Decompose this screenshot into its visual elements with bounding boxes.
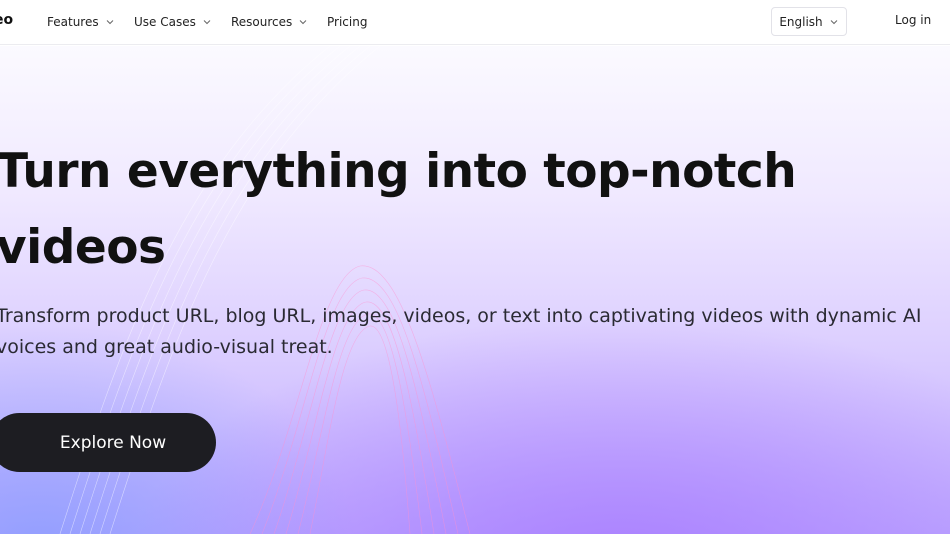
- hero-subtext-line1: Transform product URL, blog URL, images,…: [0, 305, 922, 327]
- explore-now-button[interactable]: Explore Now: [0, 413, 216, 472]
- language-label: English: [779, 14, 823, 29]
- chevron-down-icon: [299, 20, 307, 25]
- hero-subtext-line2: voices and great audio-visual treat.: [0, 336, 333, 358]
- hero-headline: Turn everything into top-notch videos: [0, 134, 896, 286]
- nav-use-cases[interactable]: Use Cases: [134, 13, 212, 31]
- hero-section: Turn everything into top-notch videos Tr…: [0, 46, 950, 534]
- login-link[interactable]: Log in: [895, 13, 931, 27]
- nav-use-cases-label: Use Cases: [134, 15, 196, 29]
- hero-subtext: Transform product URL, blog URL, images,…: [0, 301, 941, 363]
- nav-resources[interactable]: Resources: [231, 13, 308, 31]
- nav-resources-label: Resources: [231, 15, 293, 29]
- brand-logo[interactable]: eo: [0, 12, 13, 28]
- hero-headline-line1: Turn everything into top-notch: [0, 144, 797, 199]
- explore-now-label: Explore Now: [59, 432, 167, 453]
- chevron-down-icon: [203, 20, 211, 25]
- nav-pricing-label: Pricing: [327, 15, 368, 29]
- chevron-down-icon: [106, 20, 113, 25]
- nav-features[interactable]: Features: [47, 13, 115, 31]
- chevron-down-icon: [830, 19, 838, 24]
- top-navbar: eo Features Use Cases Resources Pricing …: [0, 0, 950, 45]
- hero-headline-line2: videos: [0, 220, 166, 275]
- nav-features-label: Features: [47, 15, 99, 29]
- nav-pricing[interactable]: Pricing: [327, 13, 367, 31]
- language-selector[interactable]: English: [771, 7, 847, 36]
